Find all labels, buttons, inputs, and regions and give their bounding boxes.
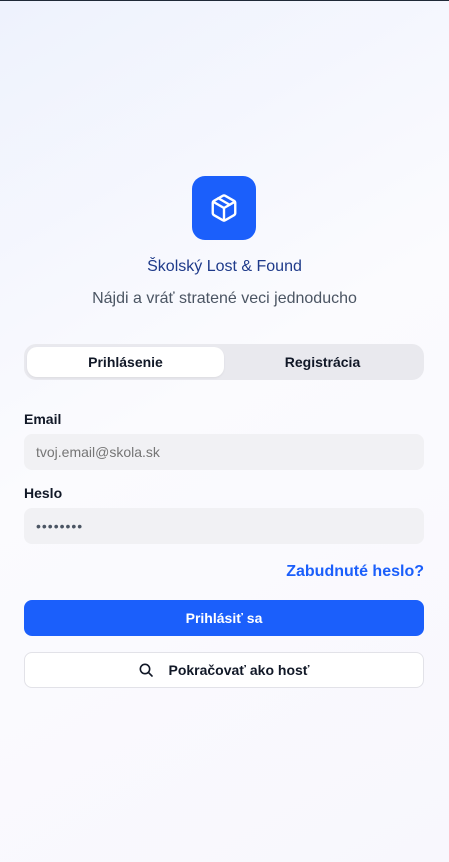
email-field[interactable] <box>24 434 424 470</box>
password-label: Heslo <box>24 485 63 501</box>
password-field[interactable]: •••••••• <box>24 508 424 544</box>
guest-button[interactable]: Pokračovať ako hosť <box>24 652 424 688</box>
email-label: Email <box>24 411 62 427</box>
forgot-password-link[interactable]: Zabudnuté heslo? <box>286 563 424 581</box>
app-title: Školský Lost & Found <box>147 258 302 275</box>
package-icon <box>209 193 239 223</box>
guest-button-label: Pokračovať ako hosť <box>168 662 310 678</box>
app-subtitle: Nájdi a vráť stratené veci jednoducho <box>92 290 357 307</box>
tab-register[interactable]: Registrácia <box>224 347 421 377</box>
app-logo <box>192 176 256 240</box>
login-button[interactable]: Prihlásiť sa <box>24 600 424 636</box>
search-icon <box>138 662 154 678</box>
auth-tabs: Prihlásenie Registrácia <box>24 344 424 380</box>
tab-login[interactable]: Prihlásenie <box>27 347 224 377</box>
top-border <box>0 0 449 1</box>
